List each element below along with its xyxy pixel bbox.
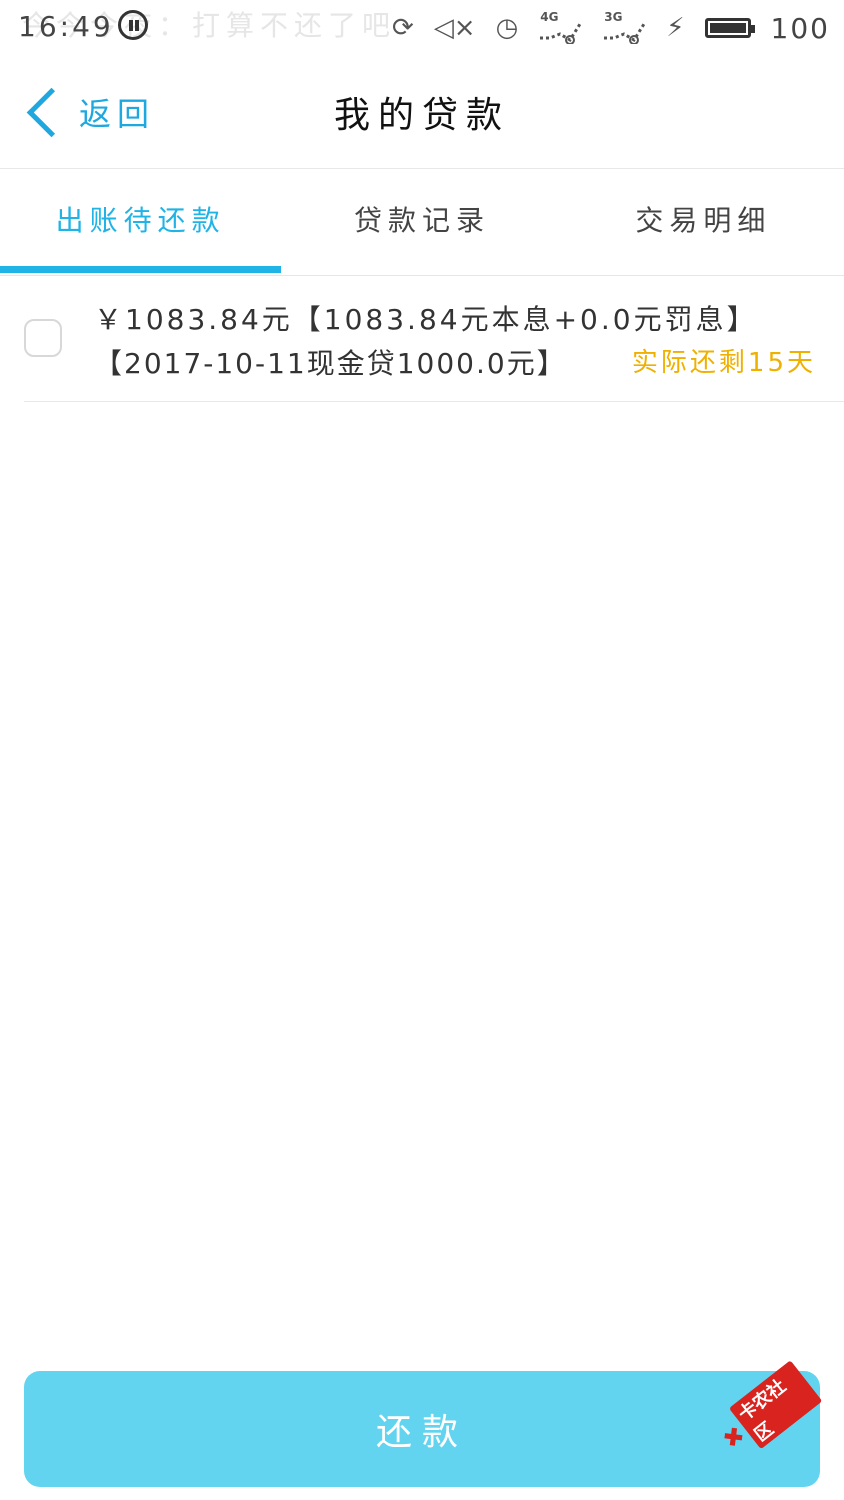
loan-list-item[interactable]: ￥1083.84元【1083.84元本息+0.0元罚息】 【2017-10-11… (24, 276, 844, 402)
app-header: 返回 我的贷款 (0, 56, 844, 169)
select-checkbox[interactable] (24, 319, 62, 357)
tab-transaction-details[interactable]: 交易明细 (563, 169, 844, 275)
battery-level: 100 (770, 11, 830, 45)
signal-4g-icon: 4G (538, 10, 582, 46)
mute-icon: ◁× (433, 13, 476, 43)
remaining-days: 实际还剩15天 (631, 348, 816, 378)
alarm-icon: ◷ (495, 13, 519, 43)
tab-loan-records[interactable]: 贷款记录 (281, 169, 562, 275)
status-bar: 今今今夜：打算不还了吧 16:49 ⟳ ◁× ◷ 4G 3G ⚡ 100 (0, 0, 844, 56)
loan-amount-detail: ￥1083.84元【1083.84元本息+0.0元罚息】 (94, 303, 758, 336)
battery-icon (704, 18, 755, 38)
repay-button-label: 还款 (375, 1412, 468, 1453)
status-time: 16:49 (18, 10, 114, 43)
page-title: 我的贷款 (333, 95, 510, 136)
active-tab-indicator (0, 266, 281, 273)
loan-origin-detail: 【2017-10-11现金贷1000.0元】 (94, 347, 567, 380)
charging-icon: ⚡ (666, 13, 685, 43)
signal-3g-icon: 3G (602, 10, 646, 46)
repay-button[interactable]: 还款 (24, 1371, 820, 1487)
tab-pending-repayment[interactable]: 出账待还款 (0, 169, 281, 275)
rotation-lock-icon: ⟳ (392, 13, 414, 43)
pause-icon (118, 10, 148, 40)
tab-bar: 出账待还款 贷款记录 交易明细 (0, 169, 844, 276)
status-icons: ⟳ ◁× ◷ 4G 3G ⚡ 100 (392, 8, 830, 48)
